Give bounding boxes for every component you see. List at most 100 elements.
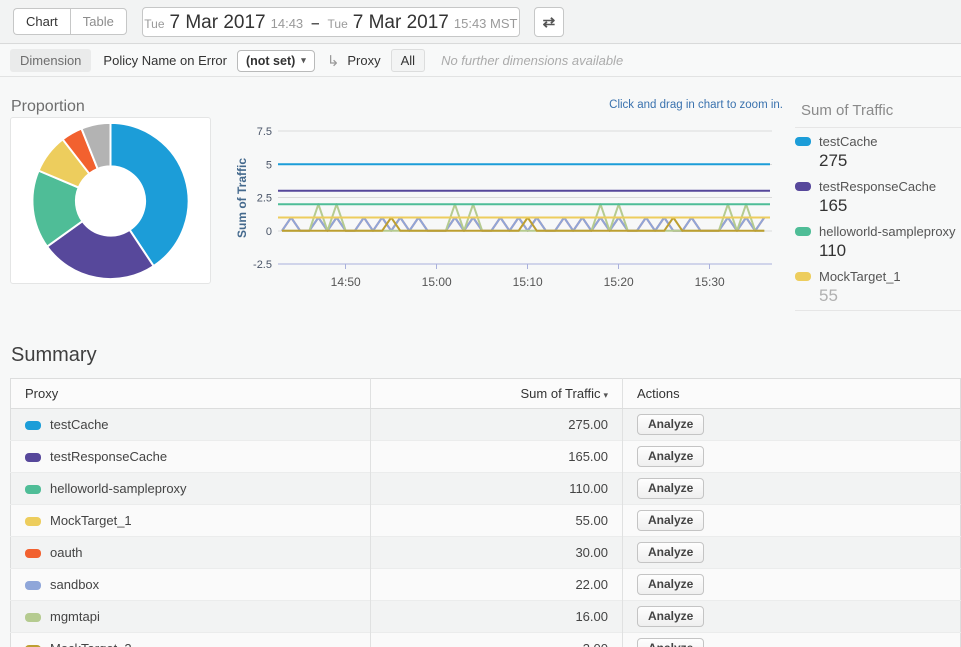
chart-legend: Sum of Traffic testCache275testResponseC… xyxy=(795,95,961,311)
refresh-icon: ⇄ xyxy=(543,13,556,31)
x-tick-label: 15:10 xyxy=(513,275,543,289)
proxy-swatch xyxy=(25,549,41,558)
traffic-value: 22.00 xyxy=(371,569,623,601)
table-row: MockTarget_2 3.00 Analyze xyxy=(11,633,961,647)
dropdown-value: (not set) xyxy=(246,54,295,68)
analyze-button[interactable]: Analyze xyxy=(637,414,704,435)
start-time: 14:43 xyxy=(271,16,304,31)
proxy-name: sandbox xyxy=(50,577,99,592)
column-header-actions: Actions xyxy=(623,379,961,409)
traffic-value: 30.00 xyxy=(371,537,623,569)
x-tick-label: 14:50 xyxy=(331,275,361,289)
y-tick-label: 7.5 xyxy=(257,126,272,138)
proxy-name: oauth xyxy=(50,545,83,560)
table-row: testResponseCache 165.00 Analyze xyxy=(11,441,961,473)
legend-series-name: helloworld-sampleproxy xyxy=(819,224,956,239)
summary-title: Summary xyxy=(11,344,97,367)
legend-title: Sum of Traffic xyxy=(795,95,961,128)
top-toolbar: Chart Table Tue 7 Mar 2017 14:43 – Tue 7… xyxy=(0,0,961,44)
dimension-bar: Dimension Policy Name on Error (not set)… xyxy=(0,45,961,77)
proxy-swatch xyxy=(25,517,41,526)
dimension-value-dropdown[interactable]: (not set) ▾ xyxy=(237,50,315,72)
traffic-value: 165.00 xyxy=(371,441,623,473)
column-header-proxy[interactable]: Proxy xyxy=(11,379,371,409)
table-row: sandbox 22.00 Analyze xyxy=(11,569,961,601)
series-swatch xyxy=(795,182,811,191)
proxy-swatch xyxy=(25,613,41,622)
view-toggle: Chart Table xyxy=(13,8,127,35)
legend-series-value: 55 xyxy=(819,286,961,306)
proxy-name: testResponseCache xyxy=(50,449,167,464)
sort-desc-icon: ▾ xyxy=(603,390,608,400)
start-day: Tue xyxy=(144,17,164,31)
dimension-name: Policy Name on Error xyxy=(103,53,227,68)
refresh-button[interactable]: ⇄ xyxy=(534,7,564,37)
y-axis-title: Sum of Traffic xyxy=(235,158,249,238)
no-dimensions-note: No further dimensions available xyxy=(441,53,623,68)
analyze-button[interactable]: Analyze xyxy=(637,574,704,595)
legend-series-name: testResponseCache xyxy=(819,179,936,194)
proxy-name: testCache xyxy=(50,417,109,432)
analyze-button[interactable]: Analyze xyxy=(637,446,704,467)
drilldown-dimension-name: Proxy xyxy=(347,53,380,68)
end-day: Tue xyxy=(328,17,348,31)
table-view-button[interactable]: Table xyxy=(70,8,127,35)
x-tick-label: 15:30 xyxy=(695,275,725,289)
traffic-value: 110.00 xyxy=(371,473,623,505)
date-range-picker[interactable]: Tue 7 Mar 2017 14:43 – Tue 7 Mar 2017 15… xyxy=(142,7,520,37)
traffic-value: 3.00 xyxy=(371,633,623,647)
end-date: 7 Mar 2017 xyxy=(353,12,449,34)
proxy-swatch xyxy=(25,485,41,494)
legend-series-value: 110 xyxy=(819,241,961,261)
legend-series-name: testCache xyxy=(819,134,878,149)
series-swatch xyxy=(795,137,811,146)
summary-table: Proxy Sum of Traffic▾ Actions testCache 2… xyxy=(10,378,961,647)
x-tick-label: 15:20 xyxy=(604,275,634,289)
proportion-donut-card xyxy=(10,117,211,284)
legend-item[interactable]: testResponseCache 165 xyxy=(795,173,961,218)
end-time: 15:43 MST xyxy=(454,16,518,31)
table-row: mgmtapi 16.00 Analyze xyxy=(11,601,961,633)
drilldown-value-button[interactable]: All xyxy=(391,49,425,72)
range-separator: – xyxy=(311,15,319,32)
table-header-row: Proxy Sum of Traffic▾ Actions xyxy=(11,379,961,409)
series-swatch xyxy=(795,272,811,281)
table-row: oauth 30.00 Analyze xyxy=(11,537,961,569)
series-swatch xyxy=(795,227,811,236)
proportion-donut-chart[interactable] xyxy=(11,118,210,283)
traffic-value: 275.00 xyxy=(371,409,623,441)
legend-series-value: 165 xyxy=(819,196,961,216)
analyze-button[interactable]: Analyze xyxy=(637,638,704,647)
proxy-swatch xyxy=(25,453,41,462)
proxy-name: MockTarget_2 xyxy=(50,641,132,647)
analyze-button[interactable]: Analyze xyxy=(637,510,704,531)
chart-view-button[interactable]: Chart xyxy=(13,8,70,35)
start-date: 7 Mar 2017 xyxy=(170,12,266,34)
analyze-button[interactable]: Analyze xyxy=(637,542,704,563)
y-tick-label: 2.5 xyxy=(257,193,272,205)
traffic-value: 55.00 xyxy=(371,505,623,537)
legend-item[interactable]: helloworld-sampleproxy 110 xyxy=(795,218,961,263)
y-tick-label: -2.5 xyxy=(253,259,272,271)
column-header-sum-of-traffic[interactable]: Sum of Traffic▾ xyxy=(371,379,623,409)
legend-series-value: 275 xyxy=(819,151,961,171)
proxy-name: mgmtapi xyxy=(50,609,100,624)
traffic-value: 16.00 xyxy=(371,601,623,633)
analyze-button[interactable]: Analyze xyxy=(637,606,704,627)
legend-items: testCache275testResponseCache165hellowor… xyxy=(795,128,961,311)
drilldown-arrow-icon: ↳ xyxy=(327,52,340,70)
proportion-title: Proportion xyxy=(11,98,85,116)
analyze-button[interactable]: Analyze xyxy=(637,478,704,499)
proxy-name: MockTarget_1 xyxy=(50,513,132,528)
y-tick-label: 0 xyxy=(266,226,272,238)
legend-series-name: MockTarget_1 xyxy=(819,269,901,284)
y-tick-label: 5 xyxy=(266,159,272,171)
legend-item[interactable]: MockTarget_1 55 xyxy=(795,263,961,308)
traffic-line-chart[interactable]: 7.5 5 2.5 0 -2.5 14:50 15:00 15:10 15:20 15:30 Sum… xyxy=(230,95,790,295)
chevron-down-icon: ▾ xyxy=(301,55,306,66)
table-row: testCache 275.00 Analyze xyxy=(11,409,961,441)
legend-item[interactable]: testCache 275 xyxy=(795,128,961,173)
proxy-swatch xyxy=(25,581,41,590)
table-row: MockTarget_1 55.00 Analyze xyxy=(11,505,961,537)
x-tick-label: 15:00 xyxy=(422,275,452,289)
